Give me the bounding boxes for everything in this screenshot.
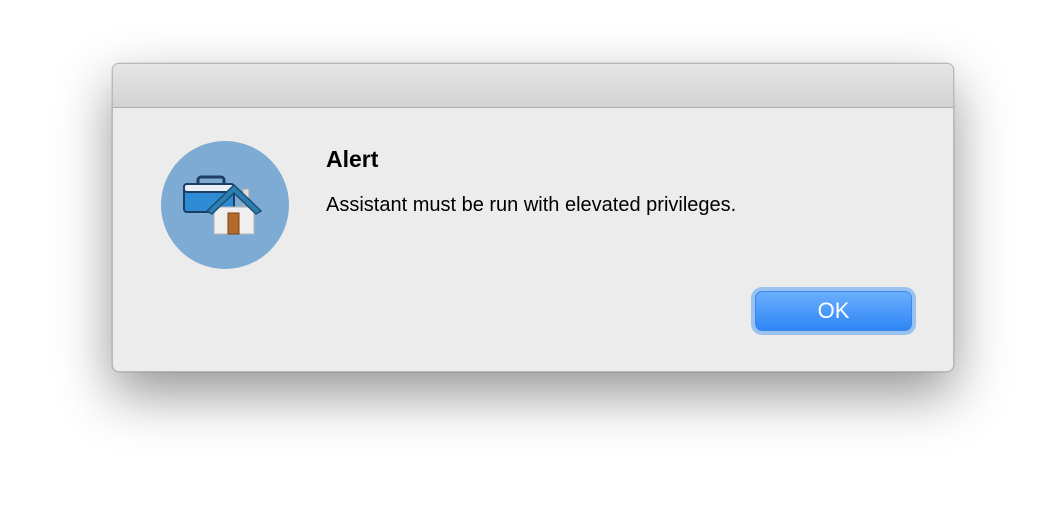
alert-message: Assistant must be run with elevated priv…	[326, 194, 737, 216]
alert-title: Alert	[326, 146, 379, 172]
ok-button[interactable]: OK	[755, 291, 912, 331]
alert-dialog: Alert Assistant must be run with elevate…	[112, 63, 954, 372]
assistant-app-icon	[161, 141, 289, 269]
screen: Alert Assistant must be run with elevate…	[0, 0, 1064, 530]
dialog-titlebar[interactable]	[113, 64, 953, 108]
